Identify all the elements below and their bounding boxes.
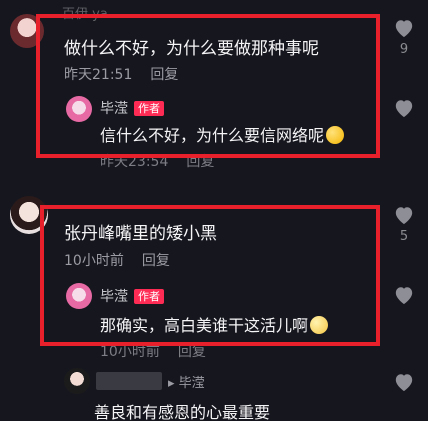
reply-to: ▸ 毕滢 xyxy=(168,372,205,391)
heart-icon[interactable] xyxy=(393,205,415,225)
highlight-box xyxy=(40,205,380,346)
reply-text: 善良和有感恩的心最重要 xyxy=(94,403,271,421)
heart-icon[interactable] xyxy=(393,18,415,38)
reply-time: 10小时前 xyxy=(100,344,160,360)
heart-icon[interactable] xyxy=(393,98,415,118)
reply-button[interactable]: 回复 xyxy=(178,344,206,360)
like-count: 5 xyxy=(399,229,409,244)
heart-icon[interactable] xyxy=(393,285,415,305)
heart-icon[interactable] xyxy=(393,372,415,392)
caret-right-icon: ▸ xyxy=(168,376,175,391)
like-count: 9 xyxy=(399,42,409,57)
blurred-username[interactable] xyxy=(96,372,162,390)
avatar[interactable] xyxy=(64,368,90,394)
reply-to-username[interactable]: 毕滢 xyxy=(179,376,205,391)
highlight-box xyxy=(36,14,380,158)
